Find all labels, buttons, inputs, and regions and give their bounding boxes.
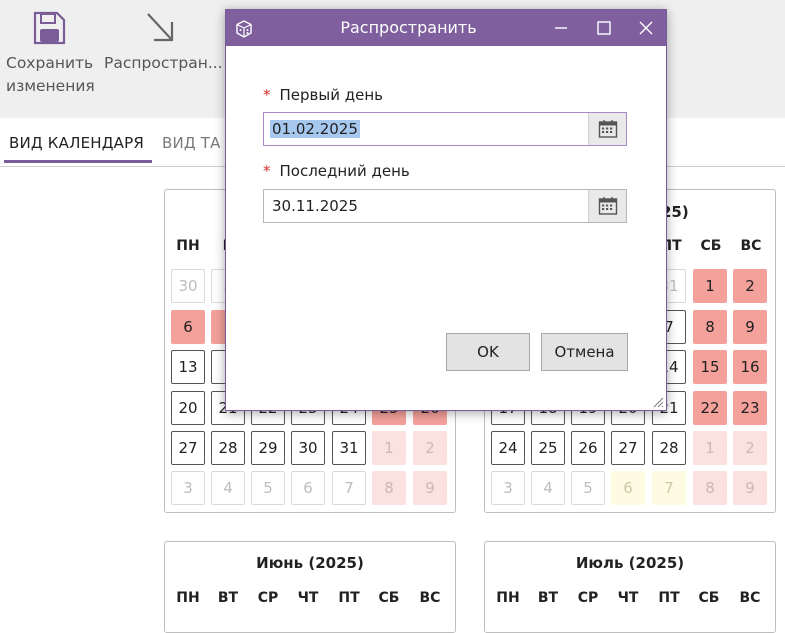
day-cell[interactable]: 7 [332, 471, 366, 505]
last-day-value: 30.11.2025 [272, 197, 358, 215]
day-cell[interactable]: 8 [693, 471, 727, 505]
maximize-icon [597, 21, 611, 35]
weekday-thu: ЧТ [297, 590, 319, 606]
weekday-fri: ПТ [658, 590, 680, 606]
day-cell[interactable]: 27 [611, 431, 645, 465]
day-cell[interactable]: 6 [171, 310, 205, 344]
resize-grip-icon[interactable] [652, 396, 664, 408]
day-cell[interactable]: 9 [413, 471, 447, 505]
tab-table-view[interactable]: ВИД ТА [162, 134, 221, 152]
weekday-sun: ВС [419, 590, 441, 606]
first-day-date-input[interactable]: 01.02.2025 [263, 112, 627, 146]
dialog-titlebar[interactable]: Распространить [226, 10, 666, 46]
save-changes-button[interactable]: Сохранить изменения [0, 0, 98, 118]
weekday-mon: ПН [496, 590, 520, 606]
month-title: Июнь (2025) [256, 554, 364, 572]
day-cell[interactable]: 29 [251, 431, 285, 465]
weekday-mon: ПН [176, 238, 200, 254]
weekday-thu: ЧТ [617, 590, 639, 606]
day-cell[interactable]: 5 [251, 471, 285, 505]
minimize-icon [555, 27, 567, 29]
weekday-tue: ВТ [537, 590, 559, 606]
day-cell[interactable]: 31 [332, 431, 366, 465]
weekday-mon: ПН [176, 590, 200, 606]
weekday-sat: СБ [700, 238, 722, 254]
day-cell[interactable]: 1 [693, 269, 727, 303]
weekday-sun: ВС [740, 238, 762, 254]
day-cell[interactable]: 24 [491, 431, 525, 465]
cancel-button[interactable]: Отмена [541, 333, 628, 371]
close-icon [639, 21, 653, 35]
arrow-down-right-icon [147, 13, 174, 42]
active-tab-indicator [4, 160, 152, 163]
last-day-label-text: Последний день [279, 162, 410, 180]
month-july: Июль (2025) ПН ВТ СР ЧТ ПТ СБ ВС [484, 541, 776, 633]
distribute-dialog: Распространить * Первый день 01.02.2025 *… [225, 9, 667, 411]
first-day-calendar-button[interactable] [588, 113, 626, 145]
weekday-tue: ВТ [217, 590, 239, 606]
month-june: Июнь (2025) ПН ВТ СР ЧТ ПТ СБ ВС [164, 541, 456, 633]
day-cell[interactable]: 2 [733, 431, 767, 465]
weekday-sat: СБ [378, 590, 400, 606]
day-cell[interactable]: 1 [372, 431, 406, 465]
weekday-wed: СР [577, 590, 599, 606]
day-cell[interactable]: 16 [733, 350, 767, 384]
ok-button[interactable]: OK [446, 333, 530, 371]
distribute-button[interactable]: Распростран... [100, 0, 223, 118]
day-cell[interactable]: 9 [733, 471, 767, 505]
day-cell[interactable]: 6 [611, 471, 645, 505]
day-cell[interactable]: 15 [693, 350, 727, 384]
last-day-label: * Последний день [263, 162, 410, 180]
day-cell[interactable]: 8 [693, 310, 727, 344]
minimize-button[interactable] [541, 10, 581, 46]
save-label-line1: Сохранить [6, 54, 94, 72]
calendar-icon [598, 120, 617, 138]
day-cell[interactable]: 3 [171, 471, 205, 505]
month-title: Июль (2025) [575, 554, 685, 572]
floppy-disk-icon [33, 11, 66, 45]
day-cell[interactable]: 13 [171, 350, 205, 384]
save-label-line2: изменения [6, 77, 95, 95]
day-cell[interactable]: 1 [693, 431, 727, 465]
tab-calendar-view[interactable]: ВИД КАЛЕНДАРЯ [9, 134, 144, 152]
day-cell[interactable]: 6 [291, 471, 325, 505]
day-cell[interactable]: 8 [372, 471, 406, 505]
required-marker: * [263, 86, 271, 104]
day-cell[interactable]: 7 [652, 471, 686, 505]
day-cell[interactable]: 30 [171, 269, 205, 303]
day-cell[interactable]: 22 [693, 391, 727, 425]
weekday-wed: СР [257, 590, 279, 606]
calendar-icon [598, 197, 617, 215]
day-cell[interactable]: 23 [733, 391, 767, 425]
required-marker: * [263, 162, 271, 180]
day-cell[interactable]: 5 [571, 471, 605, 505]
weekday-sun: ВС [739, 590, 761, 606]
day-cell[interactable]: 28 [652, 431, 686, 465]
day-cell[interactable]: 3 [491, 471, 525, 505]
maximize-button[interactable] [584, 10, 624, 46]
distribute-label: Распростран... [104, 54, 223, 72]
weekday-fri: ПТ [338, 590, 360, 606]
day-cell[interactable]: 4 [211, 471, 245, 505]
last-day-calendar-button[interactable] [588, 190, 626, 222]
day-cell[interactable]: 26 [571, 431, 605, 465]
first-day-label-text: Первый день [279, 86, 383, 104]
day-cell[interactable]: 2 [413, 431, 447, 465]
first-day-value: 01.02.2025 [270, 120, 360, 138]
dialog-title: Распространить [340, 18, 477, 37]
day-cell[interactable]: 25 [531, 431, 565, 465]
first-day-label: * Первый день [263, 86, 383, 104]
day-cell[interactable]: 20 [171, 391, 205, 425]
day-cell[interactable]: 9 [733, 310, 767, 344]
day-cell[interactable]: 2 [733, 269, 767, 303]
day-cell[interactable]: 28 [211, 431, 245, 465]
weekday-sat: СБ [698, 590, 720, 606]
last-day-date-input[interactable]: 30.11.2025 [263, 189, 627, 223]
day-cell[interactable]: 27 [171, 431, 205, 465]
close-button[interactable] [626, 10, 666, 46]
day-cell[interactable]: 4 [531, 471, 565, 505]
day-cell[interactable]: 30 [291, 431, 325, 465]
